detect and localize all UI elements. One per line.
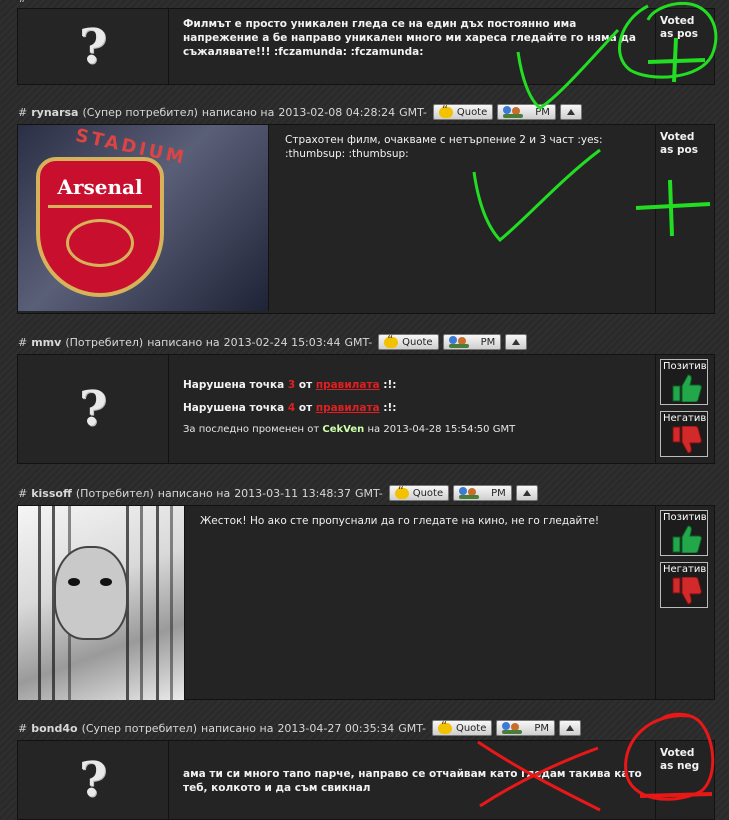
written-on-label: написано на <box>147 335 220 349</box>
question-mark-icon: ? <box>78 381 108 437</box>
quote-button[interactable]: Quote <box>431 719 493 736</box>
vote-column: Voted as neg <box>655 741 714 819</box>
avatar-placeholder: ? <box>18 355 169 463</box>
users-icon <box>502 722 524 734</box>
mask-face <box>54 546 128 640</box>
vote-column: Voted as pos <box>655 125 714 313</box>
scroll-top-button[interactable] <box>505 334 528 350</box>
small-text-line <box>183 365 644 372</box>
users-icon <box>448 336 471 348</box>
pm-button[interactable]: PM <box>496 720 556 736</box>
thumbs-down-icon <box>672 577 702 605</box>
post-header-2: # rynarsa (Супер потребител) написано на… <box>18 102 582 122</box>
quote-button[interactable]: Quote <box>378 333 439 350</box>
post-text: Филмът е просто уникален гледа се на еди… <box>183 18 636 58</box>
post-date: 2013-04-27 00:35:34 <box>277 721 395 735</box>
post-header-1: # <box>18 0 31 8</box>
users-icon <box>459 487 481 499</box>
arrow-up-icon <box>522 490 531 496</box>
post-anchor[interactable]: # <box>18 106 27 119</box>
cannon-icon <box>66 219 134 267</box>
avatar-placeholder: ? <box>18 9 169 84</box>
username[interactable]: rynarsa <box>31 106 78 119</box>
quote-button[interactable]: Quote <box>388 484 450 501</box>
timezone: GMT- <box>398 721 426 735</box>
avatar-placeholder: ? <box>18 741 169 819</box>
vote-status: Voted as pos <box>660 131 698 156</box>
pm-button[interactable]: PM <box>497 104 556 120</box>
rules-link[interactable]: правилата <box>316 402 380 414</box>
written-on-label: написано на <box>201 105 275 119</box>
users-icon <box>503 106 525 118</box>
user-rank: (Супер потребител) <box>82 105 198 119</box>
timezone: GMT- <box>344 335 373 349</box>
arrow-up-icon <box>566 109 575 115</box>
crest-name: Arsenal <box>57 175 143 199</box>
violation-line-2: Нарушена точка 4 от правилата :!: <box>183 402 397 414</box>
post-box-5: ? ама ти си много тапо парче, направо се… <box>17 740 715 820</box>
quote-button[interactable]: Quote <box>432 103 494 120</box>
quote-icon <box>394 484 409 499</box>
scroll-top-button[interactable] <box>559 104 582 120</box>
user-rank: (Потребител) <box>75 486 154 500</box>
username[interactable]: mmv <box>31 336 61 349</box>
arrow-up-icon <box>512 339 521 345</box>
post-anchor[interactable]: # <box>18 722 27 735</box>
vote-status: Voted as neg <box>660 747 700 772</box>
scroll-top-button[interactable] <box>559 720 582 736</box>
written-on-label: написано на <box>157 486 231 500</box>
quote-icon <box>437 719 452 734</box>
vote-positive-button[interactable]: Позитивн <box>660 510 708 556</box>
vote-positive-button[interactable]: Позитивн <box>660 359 708 405</box>
post-box-3: ? Нарушена точка 3 от правилата :!: Нару… <box>17 354 715 464</box>
vote-column: Позитивн Негативн <box>655 355 714 463</box>
rules-link[interactable]: правилата <box>316 379 380 391</box>
avatar-image <box>18 506 185 700</box>
question-mark-icon: ? <box>78 752 108 808</box>
quote-icon <box>438 103 453 118</box>
pm-button[interactable]: PM <box>442 334 502 350</box>
thumbs-up-icon <box>672 374 702 402</box>
vote-negative-button[interactable]: Негативн <box>660 562 708 608</box>
pm-button[interactable]: PM <box>453 485 512 501</box>
violation-line-1: Нарушена точка 3 от правилата :!: <box>183 379 397 391</box>
thumbs-down-icon <box>672 426 702 454</box>
post-anchor[interactable]: # <box>18 336 27 349</box>
user-rank: (Супер потребител) <box>81 721 198 735</box>
editor-name[interactable]: CekVen <box>322 424 364 435</box>
scroll-top-button[interactable] <box>515 485 538 501</box>
post-header-5: # bond4o (Супер потребител) написано на … <box>18 718 582 738</box>
post-text: Страхотен филм, очакваме с нетърпение 2 … <box>285 134 603 160</box>
post-anchor[interactable]: # <box>18 0 27 5</box>
user-rank: (Потребител) <box>65 335 144 349</box>
timezone: GMT- <box>355 486 383 500</box>
post-header-4: # kissoff (Потребител) написано на 2013-… <box>18 483 538 503</box>
question-mark-icon: ? <box>78 18 108 75</box>
post-anchor[interactable]: # <box>18 487 27 500</box>
written-on-label: написано на <box>201 721 274 735</box>
edit-note: За последно променен от CekVen на 2013-0… <box>183 424 516 435</box>
post-box-2: STADIUM Arsenal Страхотен филм, очакваме… <box>17 124 715 314</box>
vote-column: Voted as pos <box>655 9 714 84</box>
post-box-1: ? Филмът е просто уникален гледа се на е… <box>17 8 715 85</box>
quote-icon <box>384 333 399 348</box>
thumbs-up-icon <box>672 525 702 553</box>
vote-column: Позитивн Негативн <box>655 506 714 699</box>
username[interactable]: bond4o <box>31 722 77 735</box>
post-header-3: # mmv (Потребител) написано на 2013-02-2… <box>18 332 528 352</box>
arsenal-crest-logo: Arsenal <box>36 157 164 297</box>
timezone: GMT- <box>399 105 427 119</box>
username[interactable]: kissoff <box>31 487 72 500</box>
vote-negative-button[interactable]: Негативн <box>660 411 708 457</box>
post-box-4: Жесток! Но ако сте пропуснали да го глед… <box>17 505 715 700</box>
arrow-up-icon <box>566 725 575 731</box>
post-date: 2013-02-24 15:03:44 <box>223 335 341 349</box>
avatar-arsenal: STADIUM Arsenal <box>18 125 269 311</box>
post-content: Нарушена точка 3 от правилата :!: Наруше… <box>171 355 656 463</box>
post-date: 2013-03-11 13:48:37 <box>234 486 352 500</box>
post-text: Жесток! Но ако сте пропуснали да го глед… <box>200 515 600 527</box>
post-text: ама ти си много тапо парче, направо се о… <box>183 768 642 794</box>
vote-status: Voted as pos <box>660 15 698 40</box>
post-date: 2013-02-08 04:28:24 <box>278 105 396 119</box>
